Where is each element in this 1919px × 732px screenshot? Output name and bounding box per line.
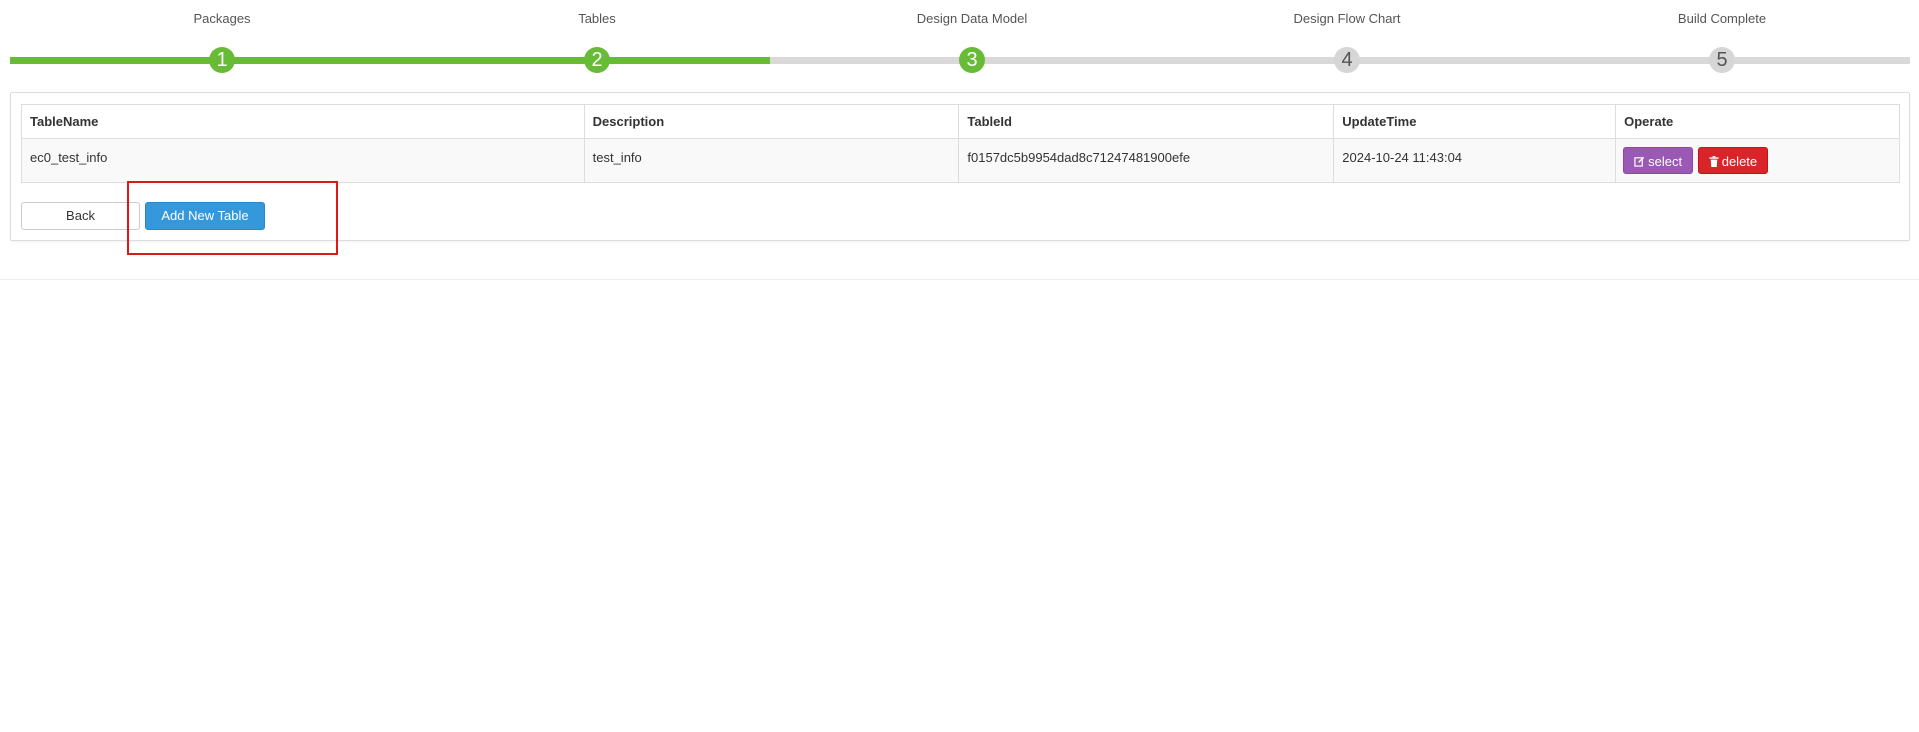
step-number-3[interactable]: 3	[959, 47, 985, 73]
cell-description: test_info	[583, 138, 960, 183]
step-number-4[interactable]: 4	[1334, 47, 1360, 73]
edit-icon	[1634, 156, 1645, 167]
build-wizard: Packages Tables Design Data Model Design…	[0, 0, 1919, 80]
step-label-build-complete[interactable]: Build Complete	[1612, 11, 1832, 26]
column-header-operate: Operate	[1615, 104, 1900, 139]
trash-icon	[1709, 156, 1719, 167]
step-label-design-data-model[interactable]: Design Data Model	[862, 11, 1082, 26]
select-button[interactable]: select	[1623, 147, 1694, 174]
cell-update-time: 2024-10-24 11:43:04	[1333, 138, 1617, 183]
step-label-design-flow-chart[interactable]: Design Flow Chart	[1237, 11, 1457, 26]
table-row: ec0_test_info test_info f0157dc5b9954dad…	[21, 138, 1900, 183]
back-button[interactable]: Back	[21, 202, 140, 230]
progress-fill	[10, 57, 770, 64]
step-label-packages[interactable]: Packages	[112, 11, 332, 26]
cell-operate: select delete	[1615, 138, 1900, 183]
step-number-1[interactable]: 1	[209, 47, 235, 73]
delete-button-label: delete	[1721, 154, 1758, 169]
select-button-label: select	[1648, 154, 1683, 169]
column-header-description: Description	[583, 104, 960, 139]
cell-table-id: f0157dc5b9954dad8c71247481900efe	[958, 138, 1335, 183]
highlight-box	[127, 181, 338, 255]
step-number-2[interactable]: 2	[584, 47, 610, 73]
cell-table-name: ec0_test_info	[21, 138, 585, 183]
delete-button[interactable]: delete	[1697, 147, 1769, 174]
table-header-row: TableName Description TableId UpdateTime…	[21, 104, 1900, 139]
step-label-tables[interactable]: Tables	[487, 11, 707, 26]
column-header-updatetime: UpdateTime	[1333, 104, 1617, 139]
column-header-tableid: TableId	[958, 104, 1335, 139]
content-divider	[0, 279, 1919, 280]
column-header-tablename: TableName	[21, 104, 585, 139]
step-number-5[interactable]: 5	[1709, 47, 1735, 73]
tables-table: TableName Description TableId UpdateTime…	[21, 104, 1900, 183]
